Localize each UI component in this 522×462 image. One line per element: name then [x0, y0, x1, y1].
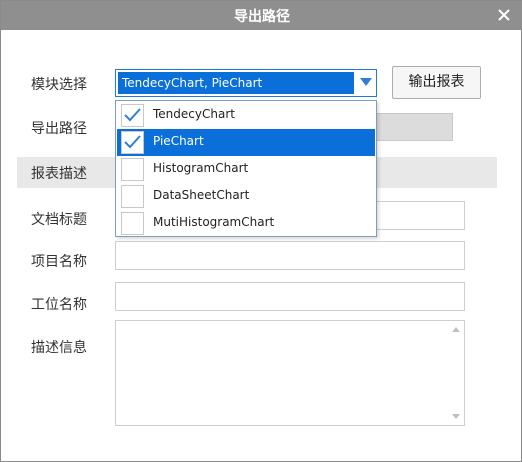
module-select[interactable]: TendecyChart, PieChart — [115, 69, 377, 97]
option-checkbox[interactable] — [121, 185, 144, 208]
chevron-down-icon[interactable] — [360, 78, 372, 86]
module-label: 模块选择 — [31, 77, 87, 93]
scroll-down-icon[interactable] — [452, 414, 460, 419]
checkmark-icon — [124, 108, 141, 122]
module-option-histogramchart[interactable]: HistogramChart — [117, 156, 375, 183]
option-checkbox[interactable] — [121, 158, 144, 181]
export-dialog: 导出路径 模块选择 TendecyChart, PieChart 输出报表 导出… — [0, 0, 522, 462]
project-name-label: 项目名称 — [31, 254, 87, 270]
export-path-field[interactable] — [375, 113, 453, 141]
export-report-button[interactable]: 输出报表 — [392, 66, 481, 99]
station-name-label: 工位名称 — [31, 297, 87, 313]
checkmark-icon — [124, 135, 141, 149]
description-textarea[interactable] — [115, 320, 465, 426]
option-label: PieChart — [153, 134, 204, 148]
section-title: 报表描述 — [31, 166, 87, 182]
option-checkbox[interactable] — [121, 104, 144, 127]
option-label: DataSheetChart — [153, 188, 250, 202]
option-label: MutiHistogramChart — [153, 215, 275, 229]
module-option-mutihistogramchart[interactable]: MutiHistogramChart — [117, 210, 375, 237]
scroll-up-icon[interactable] — [452, 327, 460, 332]
option-checkbox[interactable] — [121, 131, 144, 154]
module-select-value: TendecyChart, PieChart — [118, 72, 354, 94]
option-label: HistogramChart — [153, 161, 249, 175]
close-icon[interactable] — [495, 6, 513, 24]
doc-title-label: 文档标题 — [31, 212, 87, 228]
module-option-tendecychart[interactable]: TendecyChart — [117, 102, 375, 129]
title-bar: 导出路径 — [1, 1, 522, 30]
station-name-field[interactable] — [115, 282, 465, 311]
module-dropdown-list: TendecyChart PieChart HistogramChart Dat… — [115, 100, 377, 237]
option-checkbox[interactable] — [121, 212, 144, 235]
project-name-field[interactable] — [115, 241, 465, 270]
module-option-datasheetchart[interactable]: DataSheetChart — [117, 183, 375, 210]
option-label: TendecyChart — [153, 107, 235, 121]
module-option-piechart[interactable]: PieChart — [117, 129, 375, 156]
export-path-label: 导出路径 — [31, 121, 87, 137]
description-label: 描述信息 — [31, 340, 87, 356]
dialog-title: 导出路径 — [234, 9, 290, 25]
